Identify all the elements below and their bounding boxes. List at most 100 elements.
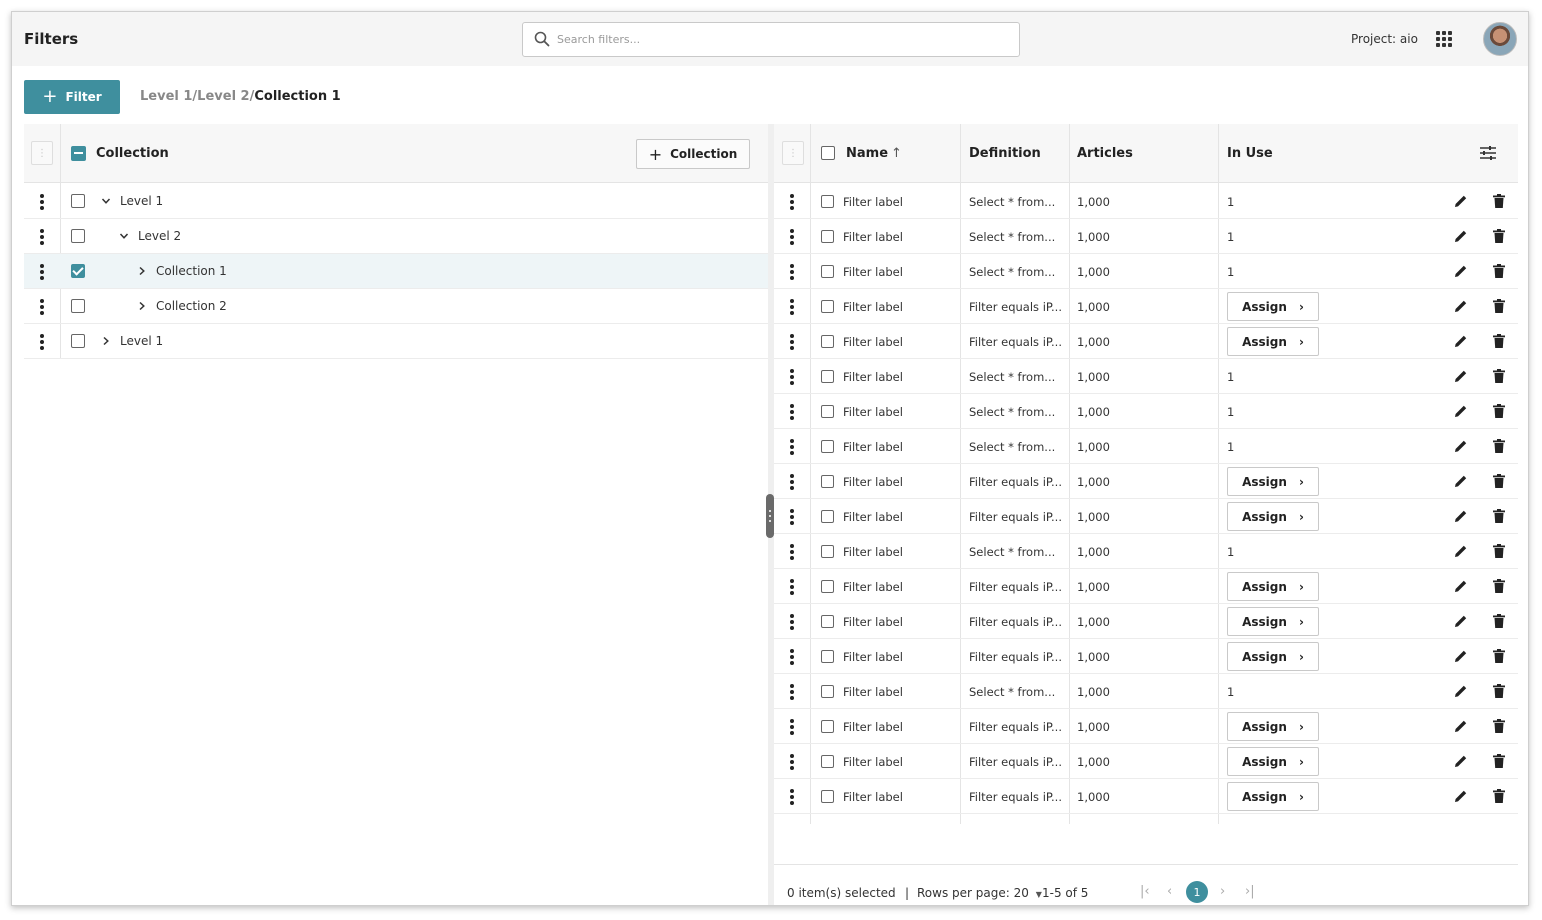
chevron-down-icon[interactable] [100, 195, 112, 207]
delete-icon[interactable] [1493, 474, 1505, 488]
search-input[interactable] [557, 33, 1019, 46]
edit-icon[interactable] [1454, 334, 1468, 348]
row-checkbox[interactable] [821, 475, 834, 488]
delete-icon[interactable] [1493, 369, 1505, 383]
filter-name[interactable]: Filter label [843, 230, 903, 244]
filter-name[interactable]: Filter label [843, 440, 903, 454]
breadcrumb-level-1[interactable]: Level 1/ [140, 89, 197, 104]
add-filter-button[interactable]: + Filter [24, 80, 120, 114]
delete-icon[interactable] [1493, 649, 1505, 663]
chevron-down-icon[interactable] [118, 230, 130, 242]
filter-name[interactable]: Filter label [843, 790, 903, 804]
column-settings-icon[interactable] [1480, 146, 1496, 160]
tree-row[interactable]: Level 2 [24, 219, 768, 254]
filter-name[interactable]: Filter label [843, 755, 903, 769]
row-checkbox[interactable] [821, 440, 834, 453]
select-all-checkbox[interactable] [71, 146, 86, 161]
tree-row[interactable]: Collection 1 [24, 254, 768, 289]
filter-name[interactable]: Filter label [843, 300, 903, 314]
tree-row[interactable]: Collection 2 [24, 289, 768, 324]
row-checkbox[interactable] [821, 405, 834, 418]
row-menu-icon[interactable] [40, 194, 44, 210]
row-menu-icon[interactable] [790, 509, 794, 525]
assign-button[interactable]: Assign › [1227, 782, 1319, 811]
row-checkbox[interactable] [821, 545, 834, 558]
row-menu-icon[interactable] [790, 579, 794, 595]
apps-grid-icon[interactable] [1436, 31, 1452, 47]
breadcrumb-level-2[interactable]: Level 2/ [197, 89, 254, 104]
edit-icon[interactable] [1454, 509, 1468, 523]
search-box[interactable] [522, 22, 1020, 57]
delete-icon[interactable] [1493, 439, 1505, 453]
assign-button[interactable]: Assign › [1227, 502, 1319, 531]
row-menu-icon[interactable] [790, 439, 794, 455]
filter-name[interactable]: Filter label [843, 195, 903, 209]
tree-row-checkbox[interactable] [71, 299, 85, 313]
row-checkbox[interactable] [821, 510, 834, 523]
chevron-right-icon[interactable] [136, 265, 148, 277]
first-page-icon[interactable]: |‹ [1140, 884, 1150, 899]
row-menu-icon[interactable] [790, 299, 794, 315]
delete-icon[interactable] [1493, 229, 1505, 243]
select-all-filters-checkbox[interactable] [821, 146, 835, 160]
row-checkbox[interactable] [821, 370, 834, 383]
edit-icon[interactable] [1454, 684, 1468, 698]
filter-name[interactable]: Filter label [843, 580, 903, 594]
column-header-name[interactable]: Name ↑ [846, 146, 902, 161]
row-checkbox[interactable] [821, 300, 834, 313]
row-menu-icon[interactable] [790, 229, 794, 245]
column-header-definition[interactable]: Definition [969, 146, 1041, 161]
row-menu-icon[interactable] [790, 684, 794, 700]
filter-name[interactable]: Filter label [843, 265, 903, 279]
edit-icon[interactable] [1454, 229, 1468, 243]
delete-icon[interactable] [1493, 579, 1505, 593]
row-checkbox[interactable] [821, 230, 834, 243]
rows-per-page-select[interactable]: Rows per page: 20 ▼ [917, 886, 1042, 900]
row-menu-icon[interactable] [790, 544, 794, 560]
chevron-right-icon[interactable] [100, 335, 112, 347]
edit-icon[interactable] [1454, 404, 1468, 418]
edit-icon[interactable] [1454, 719, 1468, 733]
last-page-icon[interactable]: ›| [1245, 884, 1255, 899]
edit-icon[interactable] [1454, 439, 1468, 453]
row-checkbox[interactable] [821, 755, 834, 768]
column-drag-handle-icon[interactable]: ⋮ [31, 141, 53, 165]
filter-name[interactable]: Filter label [843, 510, 903, 524]
tree-row[interactable]: Level 1 [24, 184, 768, 219]
filter-name[interactable]: Filter label [843, 650, 903, 664]
assign-button[interactable]: Assign › [1227, 607, 1319, 636]
edit-icon[interactable] [1454, 614, 1468, 628]
row-menu-icon[interactable] [790, 789, 794, 805]
edit-icon[interactable] [1454, 579, 1468, 593]
delete-icon[interactable] [1493, 684, 1505, 698]
filter-name[interactable]: Filter label [843, 335, 903, 349]
edit-icon[interactable] [1454, 264, 1468, 278]
filter-name[interactable]: Filter label [843, 545, 903, 559]
row-menu-icon[interactable] [790, 194, 794, 210]
tree-row-checkbox[interactable] [71, 194, 85, 208]
delete-icon[interactable] [1493, 544, 1505, 558]
row-menu-icon[interactable] [790, 334, 794, 350]
edit-icon[interactable] [1454, 544, 1468, 558]
edit-icon[interactable] [1454, 754, 1468, 768]
row-menu-icon[interactable] [40, 264, 44, 280]
next-page-icon[interactable]: › [1220, 884, 1225, 899]
edit-icon[interactable] [1454, 474, 1468, 488]
delete-icon[interactable] [1493, 719, 1505, 733]
filter-name[interactable]: Filter label [843, 720, 903, 734]
delete-icon[interactable] [1493, 754, 1505, 768]
row-checkbox[interactable] [821, 650, 834, 663]
tree-row-checkbox[interactable] [71, 264, 85, 278]
column-drag-handle-icon[interactable]: ⋮ [782, 141, 804, 165]
row-checkbox[interactable] [821, 685, 834, 698]
row-checkbox[interactable] [821, 265, 834, 278]
delete-icon[interactable] [1493, 509, 1505, 523]
delete-icon[interactable] [1493, 264, 1505, 278]
row-checkbox[interactable] [821, 580, 834, 593]
row-menu-icon[interactable] [790, 404, 794, 420]
delete-icon[interactable] [1493, 614, 1505, 628]
row-checkbox[interactable] [821, 615, 834, 628]
previous-page-icon[interactable]: ‹ [1167, 884, 1172, 899]
filter-name[interactable]: Filter label [843, 685, 903, 699]
delete-icon[interactable] [1493, 789, 1505, 803]
